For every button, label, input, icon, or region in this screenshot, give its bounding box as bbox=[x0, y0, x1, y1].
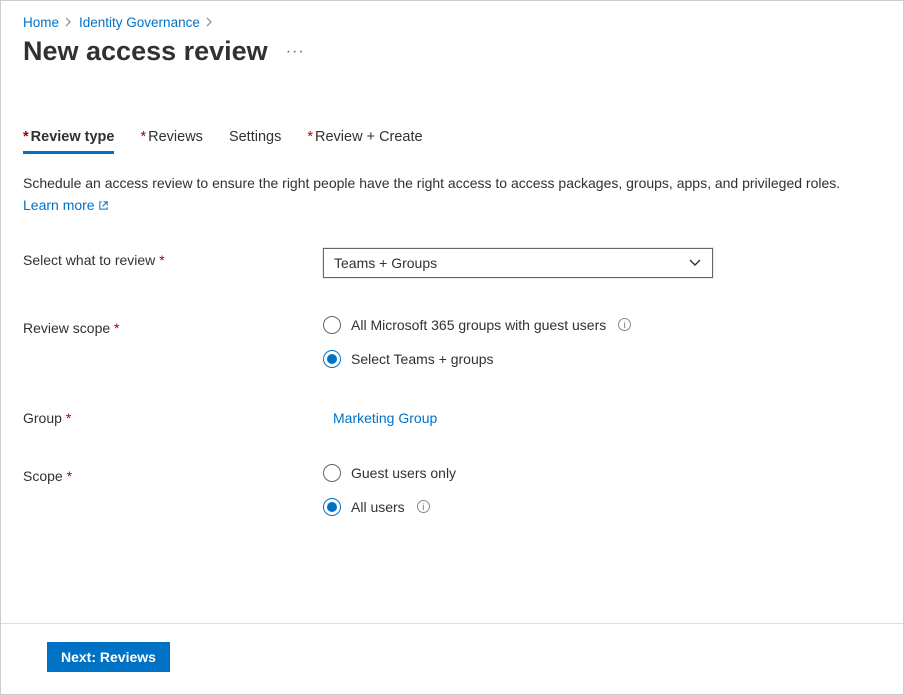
tab-reviews[interactable]: *Reviews bbox=[140, 129, 202, 154]
info-icon[interactable]: i bbox=[417, 500, 430, 513]
selected-group-link[interactable]: Marketing Group bbox=[323, 410, 437, 426]
select-what-to-review[interactable]: Teams + Groups bbox=[323, 248, 713, 278]
breadcrumb-home[interactable]: Home bbox=[23, 15, 59, 30]
tab-label: Settings bbox=[229, 129, 281, 145]
required-indicator: * bbox=[159, 252, 164, 268]
chevron-right-icon bbox=[206, 15, 214, 30]
required-indicator: * bbox=[67, 468, 72, 484]
breadcrumb: Home Identity Governance bbox=[23, 15, 881, 30]
radio-label: Select Teams + groups bbox=[351, 351, 494, 367]
label-select-what: Select what to review * bbox=[23, 248, 323, 268]
radio-all-users[interactable]: All users i bbox=[323, 498, 881, 516]
tab-settings[interactable]: Settings bbox=[229, 129, 281, 154]
chevron-down-icon bbox=[688, 258, 702, 268]
more-actions-button[interactable]: ··· bbox=[286, 43, 305, 61]
description-block: Schedule an access review to ensure the … bbox=[23, 173, 881, 216]
required-indicator: * bbox=[140, 129, 146, 145]
radio-select-teams-groups[interactable]: Select Teams + groups bbox=[323, 350, 881, 368]
radio-all-m365-groups[interactable]: All Microsoft 365 groups with guest user… bbox=[323, 316, 881, 334]
radio-icon bbox=[323, 498, 341, 516]
chevron-right-icon bbox=[65, 15, 73, 30]
next-reviews-button[interactable]: Next: Reviews bbox=[47, 642, 170, 672]
description-text: Schedule an access review to ensure the … bbox=[23, 175, 840, 191]
learn-more-label: Learn more bbox=[23, 195, 95, 215]
radio-icon bbox=[323, 350, 341, 368]
breadcrumb-identity-governance[interactable]: Identity Governance bbox=[79, 15, 200, 30]
tab-bar: *Review type *Reviews Settings *Review +… bbox=[23, 129, 881, 155]
tab-review-create[interactable]: *Review + Create bbox=[307, 129, 422, 154]
label-scope: Scope * bbox=[23, 464, 323, 484]
tab-label: Reviews bbox=[148, 129, 203, 145]
label-group: Group * bbox=[23, 406, 323, 426]
page-title: New access review bbox=[23, 36, 268, 67]
required-indicator: * bbox=[307, 129, 313, 145]
tab-label: Review type bbox=[31, 129, 115, 145]
info-icon[interactable]: i bbox=[618, 318, 631, 331]
radio-label: All users bbox=[351, 499, 405, 515]
scope-group: Guest users only All users i bbox=[323, 464, 881, 516]
radio-icon bbox=[323, 464, 341, 482]
footer-bar: Next: Reviews bbox=[1, 623, 903, 694]
radio-icon bbox=[323, 316, 341, 334]
radio-label: Guest users only bbox=[351, 465, 456, 481]
review-scope-group: All Microsoft 365 groups with guest user… bbox=[323, 316, 881, 368]
required-indicator: * bbox=[114, 320, 119, 336]
required-indicator: * bbox=[66, 410, 71, 426]
radio-label: All Microsoft 365 groups with guest user… bbox=[351, 317, 606, 333]
tab-label: Review + Create bbox=[315, 129, 423, 145]
label-review-scope: Review scope * bbox=[23, 316, 323, 336]
learn-more-link[interactable]: Learn more bbox=[23, 195, 109, 215]
radio-guest-users-only[interactable]: Guest users only bbox=[323, 464, 881, 482]
tab-review-type[interactable]: *Review type bbox=[23, 129, 114, 154]
required-indicator: * bbox=[23, 129, 29, 145]
select-value: Teams + Groups bbox=[334, 255, 437, 271]
external-link-icon bbox=[98, 195, 109, 215]
